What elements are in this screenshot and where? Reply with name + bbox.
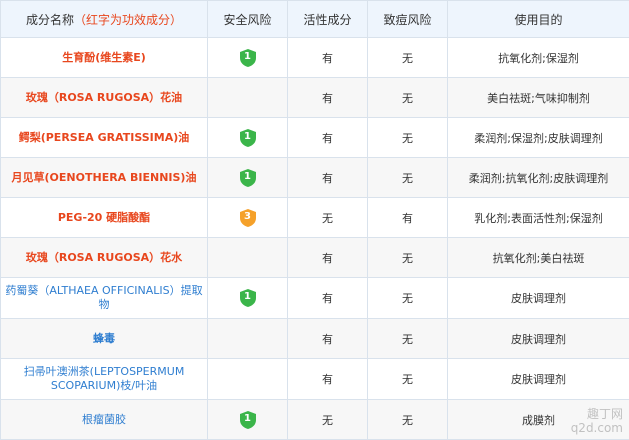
ingredient-link[interactable]: 玫瑰（ROSA RUGOSA）花水 — [26, 251, 182, 264]
active-value: 有 — [288, 278, 368, 319]
active-value: 有 — [288, 359, 368, 400]
watermark-line1: 趣丁网 — [571, 407, 623, 421]
acne-value: 无 — [368, 38, 448, 78]
acne-value: 无 — [368, 278, 448, 319]
ingredient-link[interactable]: 药蜀葵（ALTHAEA OFFICINALIS）提取物 — [5, 284, 202, 311]
safety-badge-icon: 1 — [240, 49, 256, 67]
table-row: 药蜀葵（ALTHAEA OFFICINALIS）提取物 1 有 无 皮肤调理剂 — [1, 278, 629, 319]
safety-empty — [208, 78, 288, 118]
safety-badge-icon: 1 — [240, 169, 256, 187]
acne-value: 无 — [368, 359, 448, 400]
safety-empty — [208, 319, 288, 359]
watermark-line2: q2d.com — [571, 421, 623, 435]
active-value: 无 — [288, 198, 368, 238]
ingredient-link[interactable]: 玫瑰（ROSA RUGOSA）花油 — [26, 91, 182, 104]
acne-value: 无 — [368, 400, 448, 440]
safety-badge-icon: 1 — [240, 129, 256, 147]
purpose-value: 抗氧化剂;保湿剂 — [448, 38, 629, 78]
acne-value: 无 — [368, 78, 448, 118]
table-row: PEG-20 硬脂酸酯 3 无 有 乳化剂;表面活性剂;保湿剂 — [1, 198, 629, 238]
acne-value: 无 — [368, 158, 448, 198]
purpose-value: 柔润剂;保湿剂;皮肤调理剂 — [448, 118, 629, 158]
acne-value: 无 — [368, 319, 448, 359]
purpose-value: 柔润剂;抗氧化剂;皮肤调理剂 — [448, 158, 629, 198]
safety-badge-icon: 3 — [240, 209, 256, 227]
table-row: 扫帚叶澳洲茶(LEPTOSPERMUM SCOPARIUM)枝/叶油 有 无 皮… — [1, 359, 629, 400]
active-value: 有 — [288, 319, 368, 359]
active-value: 有 — [288, 38, 368, 78]
header-note: （红字为功效成分） — [74, 13, 182, 27]
header-safety-risk: 安全风险 — [208, 1, 288, 38]
active-value: 有 — [288, 118, 368, 158]
ingredient-link[interactable]: PEG-20 硬脂酸酯 — [58, 211, 150, 224]
header-acne-risk: 致痘风险 — [368, 1, 448, 38]
active-value: 有 — [288, 238, 368, 278]
safety-badge-icon: 1 — [240, 289, 256, 307]
active-value: 有 — [288, 78, 368, 118]
acne-value: 无 — [368, 118, 448, 158]
purpose-value: 皮肤调理剂 — [448, 359, 629, 400]
purpose-value: 皮肤调理剂 — [448, 319, 629, 359]
table-row: 月见草(OENOTHERA BIENNIS)油 1 有 无 柔润剂;抗氧化剂;皮… — [1, 158, 629, 198]
table-row: 鳄梨(PERSEA GRATISSIMA)油 1 有 无 柔润剂;保湿剂;皮肤调… — [1, 118, 629, 158]
ingredient-link[interactable]: 月见草(OENOTHERA BIENNIS)油 — [12, 171, 197, 184]
header-purpose: 使用目的 — [448, 1, 629, 38]
table-header-row: 成分名称（红字为功效成分） 安全风险 活性成分 致痘风险 使用目的 — [1, 1, 629, 38]
site-watermark: 趣丁网 q2d.com — [571, 407, 623, 435]
active-value: 有 — [288, 158, 368, 198]
ingredient-link[interactable]: 根瘤菌胶 — [82, 413, 126, 426]
purpose-value: 抗氧化剂;美白祛斑 — [448, 238, 629, 278]
safety-empty — [208, 238, 288, 278]
table-row: 根瘤菌胶 1 无 无 成膜剂 — [1, 400, 629, 440]
safety-empty — [208, 359, 288, 400]
purpose-value: 乳化剂;表面活性剂;保湿剂 — [448, 198, 629, 238]
header-ingredient-name: 成分名称（红字为功效成分） — [1, 1, 208, 38]
ingredient-link[interactable]: 蜂毒 — [93, 332, 115, 345]
purpose-value: 皮肤调理剂 — [448, 278, 629, 319]
acne-value: 有 — [368, 198, 448, 238]
table-row: 玫瑰（ROSA RUGOSA）花油 有 无 美白祛斑;气味抑制剂 — [1, 78, 629, 118]
ingredient-link[interactable]: 扫帚叶澳洲茶(LEPTOSPERMUM SCOPARIUM)枝/叶油 — [24, 365, 185, 392]
active-value: 无 — [288, 400, 368, 440]
purpose-value: 美白祛斑;气味抑制剂 — [448, 78, 629, 118]
table-row: 蜂毒 有 无 皮肤调理剂 — [1, 319, 629, 359]
ingredients-table: 成分名称（红字为功效成分） 安全风险 活性成分 致痘风险 使用目的 生育酚(维生… — [0, 0, 629, 440]
acne-value: 无 — [368, 238, 448, 278]
table-row: 生育酚(维生素E) 1 有 无 抗氧化剂;保湿剂 — [1, 38, 629, 78]
ingredient-link[interactable]: 鳄梨(PERSEA GRATISSIMA)油 — [19, 131, 190, 144]
header-active-ingredient: 活性成分 — [288, 1, 368, 38]
table-row: 玫瑰（ROSA RUGOSA）花水 有 无 抗氧化剂;美白祛斑 — [1, 238, 629, 278]
safety-badge-icon: 1 — [240, 411, 256, 429]
ingredient-link[interactable]: 生育酚(维生素E) — [62, 51, 146, 64]
